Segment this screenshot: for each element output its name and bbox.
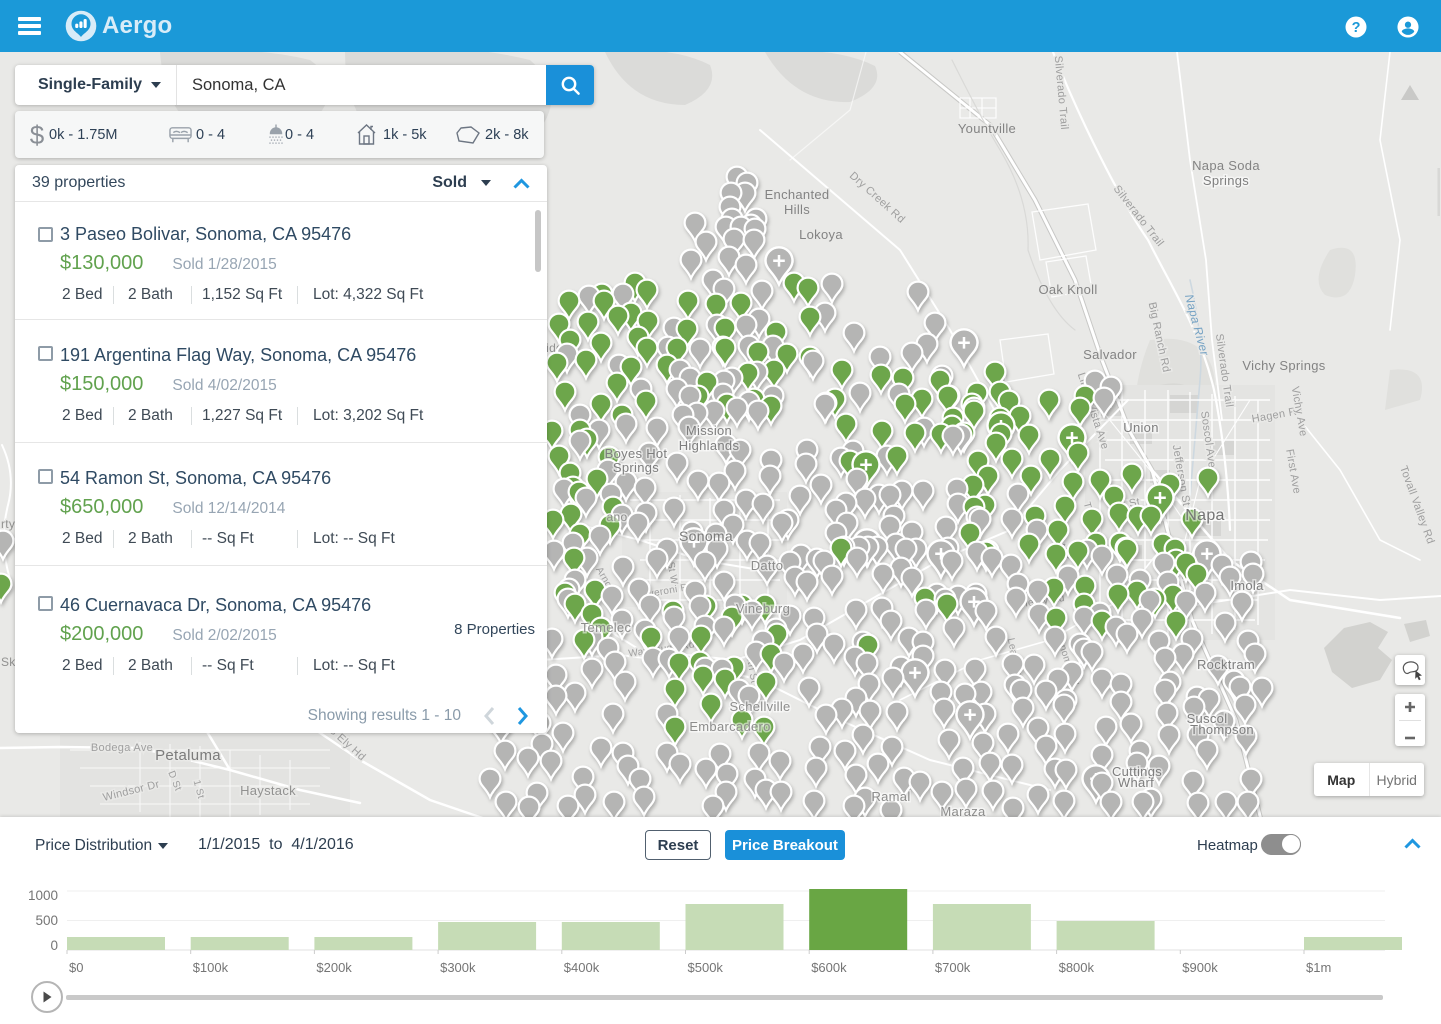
svg-text:Napa Soda: Napa Soda [1192,158,1260,173]
svg-text:rty: rty [1,517,15,531]
svg-text:Napa: Napa [1185,507,1224,524]
svg-text:Schellville: Schellville [729,699,790,714]
svg-text:Haystack: Haystack [240,783,296,798]
svg-text:Vichy Springs: Vichy Springs [1242,358,1325,373]
svg-text:ano: ano [607,510,628,524]
svg-text:Springs: Springs [613,460,659,475]
svg-text:Enchanted: Enchanted [765,187,830,202]
svg-text:Bodega Ave: Bodega Ave [91,742,153,754]
svg-text:Temelec: Temelec [581,620,632,635]
svg-text:Wharf: Wharf [1118,775,1154,790]
svg-text:Hills: Hills [784,202,810,217]
svg-text:Sonoma: Sonoma [679,528,733,544]
svg-text:Boyes Hot: Boyes Hot [605,446,668,461]
svg-text:Petaluma: Petaluma [155,747,221,764]
svg-text:Rocktram: Rocktram [1197,657,1255,672]
svg-text:Imola: Imola [1230,578,1264,593]
svg-text:Datto: Datto [751,558,784,573]
svg-text:Salvador: Salvador [1083,347,1137,362]
svg-text:Highlands: Highlands [679,438,740,453]
svg-text:Vineburg: Vineburg [736,601,790,616]
svg-text:Embarcadero: Embarcadero [689,719,770,734]
svg-text:Springs: Springs [1203,173,1249,188]
svg-text:Thompson: Thompson [1190,722,1254,737]
svg-text:Yountville: Yountville [958,121,1016,136]
svg-text:Mission: Mission [686,423,732,438]
svg-text:Oak Knoll: Oak Knoll [1038,282,1097,297]
svg-text:$: $ [30,120,44,150]
svg-text:Lokoya: Lokoya [799,227,843,242]
svg-text:?: ? [1352,20,1361,36]
svg-text:Union: Union [1123,420,1158,435]
svg-text:Ramal: Ramal [871,789,910,804]
